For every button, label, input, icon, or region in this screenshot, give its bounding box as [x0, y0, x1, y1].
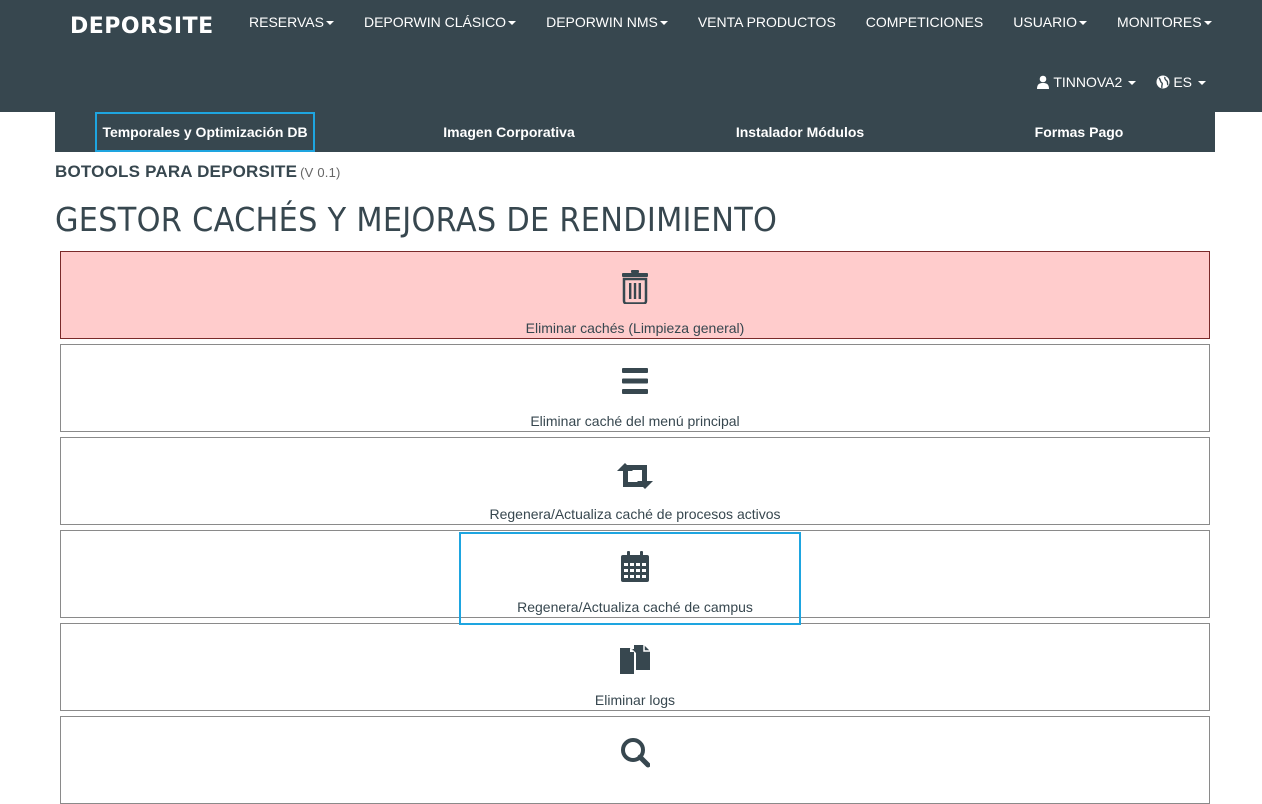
calendar-icon	[621, 551, 649, 582]
caret-down-icon	[508, 20, 517, 25]
menu-item-venta-productos[interactable]: VENTA PRODUCTOS	[683, 14, 851, 30]
tab-instalador-modulos[interactable]: Instalador Módulos	[690, 112, 910, 152]
menu-lines-icon	[622, 368, 648, 394]
menu-item-usuario[interactable]: USUARIO	[998, 14, 1102, 30]
menu-item-label: RESERVAS	[249, 14, 324, 30]
subtitle-text: BOTOOLS PARA DEPORSITE	[55, 162, 298, 181]
brand-logo[interactable]: DEPORSITE	[70, 14, 214, 39]
caret-down-icon	[325, 20, 334, 25]
action-label: Regenera/Actualiza caché de campus	[517, 599, 753, 615]
menu-item-label: DEPORWIN NMS	[546, 14, 658, 30]
tab-label: Instalador Módulos	[735, 124, 865, 140]
menu-item-label: MONITORES	[1117, 14, 1202, 30]
language-menu[interactable]: ES	[1146, 74, 1216, 90]
tab-formas-pago[interactable]: Formas Pago	[969, 112, 1189, 152]
menu-item-label: VENTA PRODUCTOS	[697, 14, 836, 30]
menu-item-label: USUARIO	[1013, 14, 1078, 30]
menu-item-label: DEPORWIN CLÁSICO	[363, 14, 507, 30]
user-name: TINNOVA2	[1053, 74, 1123, 90]
sub-tabs: Temporales y Optimización DB Imagen Corp…	[55, 112, 1215, 152]
caret-down-icon	[1128, 80, 1137, 85]
clear-main-menu-cache-button[interactable]: Eliminar caché del menú principal	[60, 344, 1210, 432]
clear-all-caches-button[interactable]: Eliminar cachés (Limpieza general)	[60, 251, 1210, 339]
user-menu[interactable]: TINNOVA2	[1026, 74, 1146, 90]
trash-icon	[622, 270, 648, 304]
tab-temporales-optimizacion[interactable]: Temporales y Optimización DB	[95, 112, 315, 152]
section-subtitle: BOTOOLS PARA DEPORSITE (V 0.1)	[55, 162, 341, 182]
delete-logs-button[interactable]: Eliminar logs	[60, 623, 1210, 711]
menu-item-label: COMPETICIONES	[865, 14, 984, 30]
tab-label: Temporales y Optimización DB	[102, 124, 308, 140]
caret-down-icon	[1203, 20, 1212, 25]
action-label: Eliminar caché del menú principal	[530, 413, 740, 429]
main-menu: RESERVAS DEPORWIN CLÁSICO DEPORWIN NMS V…	[234, 0, 1227, 44]
action-label: Eliminar logs	[594, 692, 676, 708]
top-navbar: DEPORSITE RESERVAS DEPORWIN CLÁSICO DEPO…	[0, 0, 1262, 112]
search-action-button[interactable]	[60, 716, 1210, 804]
refresh-campus-cache-button[interactable]: Regenera/Actualiza caché de campus	[60, 530, 1210, 618]
version-label: (V 0.1)	[300, 165, 341, 180]
tab-label: Formas Pago	[1034, 124, 1124, 140]
copy-files-icon	[620, 645, 650, 674]
tab-imagen-corporativa[interactable]: Imagen Corporativa	[399, 112, 619, 152]
retweet-icon	[617, 463, 653, 489]
caret-down-icon	[1079, 20, 1088, 25]
caret-down-icon	[659, 20, 668, 25]
action-label: Regenera/Actualiza caché de procesos act…	[489, 506, 781, 522]
globe-icon	[1156, 75, 1170, 89]
refresh-active-processes-cache-button[interactable]: Regenera/Actualiza caché de procesos act…	[60, 437, 1210, 525]
menu-item-monitores[interactable]: MONITORES	[1102, 14, 1227, 30]
user-icon	[1037, 75, 1050, 89]
page-title: GESTOR CACHÉS Y MEJORAS DE RENDIMIENTO	[55, 200, 778, 239]
user-area: TINNOVA2 ES	[1026, 70, 1216, 94]
menu-item-reservas[interactable]: RESERVAS	[234, 14, 349, 30]
caret-down-icon	[1198, 80, 1206, 85]
menu-item-deporwin-nms[interactable]: DEPORWIN NMS	[531, 14, 683, 30]
language-code: ES	[1173, 74, 1192, 90]
action-label: Eliminar cachés (Limpieza general)	[525, 320, 745, 336]
search-icon	[621, 738, 650, 768]
tab-label: Imagen Corporativa	[443, 124, 575, 140]
menu-item-competiciones[interactable]: COMPETICIONES	[851, 14, 998, 30]
menu-item-deporwin-clasico[interactable]: DEPORWIN CLÁSICO	[349, 14, 531, 30]
